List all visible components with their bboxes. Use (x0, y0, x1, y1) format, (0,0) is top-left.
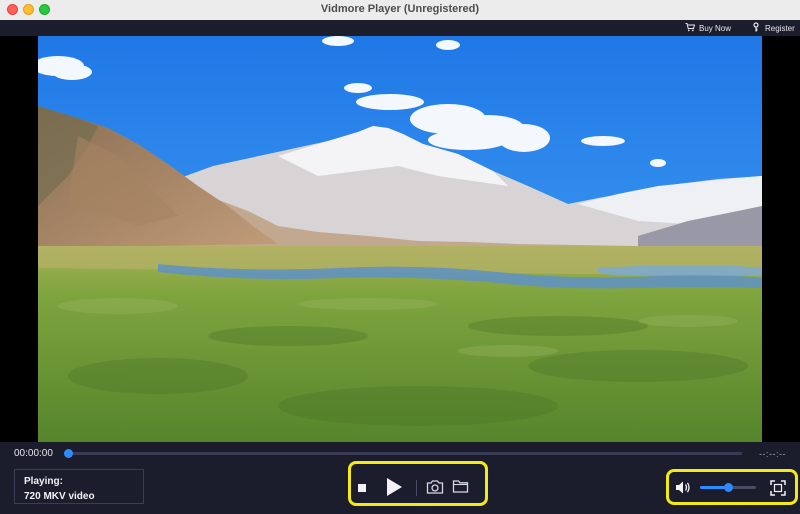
cart-icon (685, 22, 696, 34)
speaker-icon (676, 481, 690, 494)
register-button[interactable]: Register (751, 22, 795, 34)
buy-now-button[interactable]: Buy Now (685, 22, 731, 34)
control-bar: 00:00:00 --:--:-- Playing: 720 MKV video (0, 442, 800, 514)
volume-slider-handle[interactable] (724, 483, 733, 492)
now-playing-file: 720 MKV video (24, 491, 95, 502)
seek-bar-handle[interactable] (64, 449, 73, 458)
current-time: 00:00:00 (14, 448, 53, 459)
seek-bar[interactable] (64, 449, 742, 458)
buy-now-label: Buy Now (699, 23, 732, 33)
stop-icon (358, 484, 366, 492)
now-playing-panel: Playing: 720 MKV video (14, 469, 144, 504)
key-icon (751, 22, 761, 34)
folder-icon (452, 480, 469, 493)
open-file-button[interactable] (452, 479, 469, 494)
mute-button[interactable] (675, 480, 691, 495)
title-bar: Vidmore Player (Unregistered) (0, 0, 800, 21)
volume-slider[interactable] (700, 483, 756, 492)
player-window: Vidmore Player (Unregistered) Buy Now Re… (0, 0, 800, 514)
snapshot-button[interactable] (426, 479, 444, 495)
top-toolbar: Buy Now Register (0, 20, 800, 36)
camera-icon (426, 480, 444, 494)
register-label: Register (765, 23, 795, 33)
end-time: --:--:-- (759, 449, 786, 459)
controls-divider (416, 480, 417, 496)
now-playing-label: Playing: (24, 476, 63, 487)
play-button[interactable] (385, 477, 403, 497)
stop-button[interactable] (356, 482, 368, 494)
fullscreen-button[interactable] (770, 480, 786, 496)
window-title: Vidmore Player (Unregistered) (320, 3, 480, 15)
fullscreen-icon (770, 480, 786, 496)
play-icon (387, 478, 402, 496)
video-frame[interactable] (38, 36, 762, 442)
